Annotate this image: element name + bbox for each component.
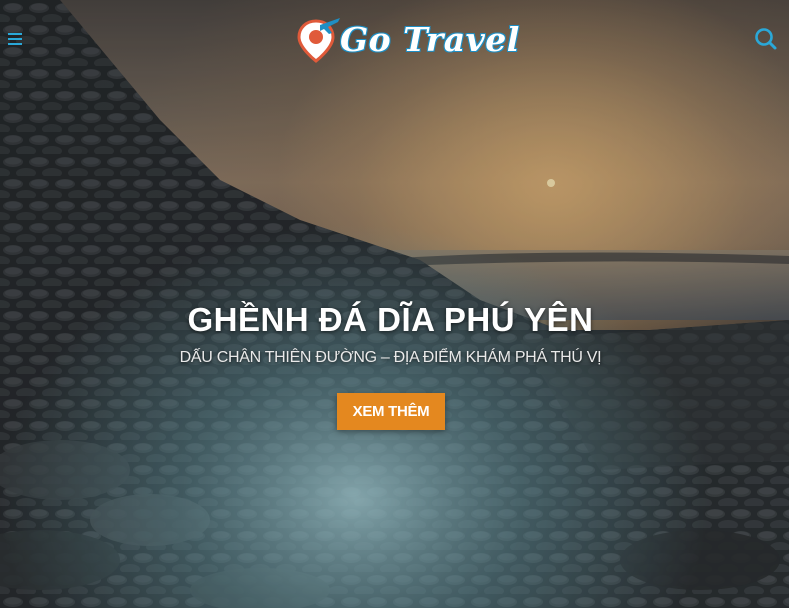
menu-icon[interactable] [6, 30, 26, 48]
menu-bar [8, 38, 22, 40]
menu-bar [8, 33, 22, 35]
menu-bar [8, 43, 22, 45]
site-header: Go Travel [0, 0, 789, 78]
logo-text: Go Travel [340, 19, 520, 59]
hero-title: GHỀNH ĐÁ DĨA PHÚ YÊN [187, 301, 594, 338]
hero-subtitle: DẤU CHÂN THIÊN ĐƯỜNG – ĐỊA ĐIỂM KHÁM PHÁ… [179, 349, 602, 366]
search-icon-glyph [755, 28, 777, 50]
hero-banner: Go Travel GHỀNH ĐÁ DĨA PHÚ YÊN DẤU CHÂN … [0, 0, 789, 608]
view-more-button[interactable]: XEM THÊM [337, 393, 445, 430]
location-pin-plane-icon [297, 18, 340, 63]
search-icon[interactable] [753, 26, 779, 52]
site-logo[interactable]: Go Travel [294, 14, 520, 64]
